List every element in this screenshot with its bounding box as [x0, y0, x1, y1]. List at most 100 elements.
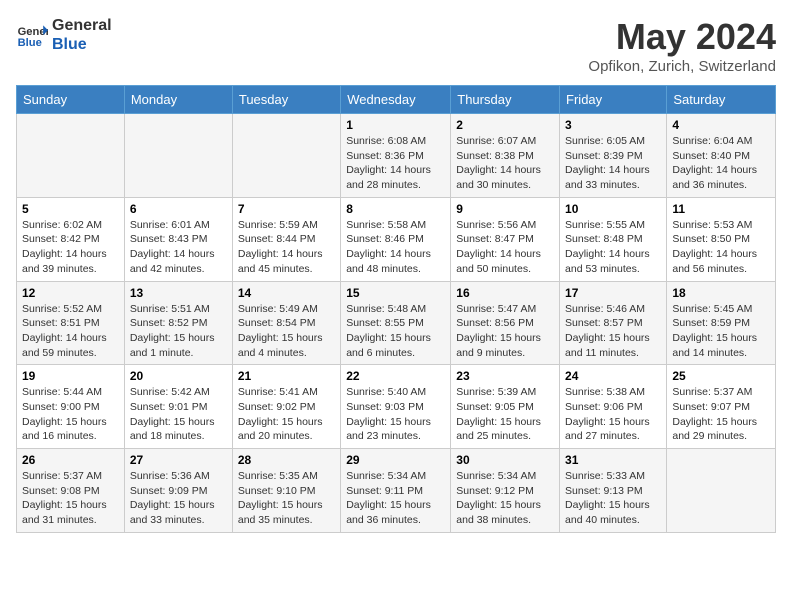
calendar-table: SundayMondayTuesdayWednesdayThursdayFrid… [16, 85, 776, 533]
day-info: Sunrise: 5:48 AMSunset: 8:55 PMDaylight:… [346, 302, 445, 361]
day-number: 28 [238, 453, 335, 467]
day-info: Sunrise: 5:39 AMSunset: 9:05 PMDaylight:… [456, 385, 554, 444]
svg-text:Blue: Blue [18, 37, 42, 49]
day-info: Sunrise: 5:58 AMSunset: 8:46 PMDaylight:… [346, 218, 445, 277]
weekday-header-saturday: Saturday [667, 86, 776, 114]
day-info: Sunrise: 5:49 AMSunset: 8:54 PMDaylight:… [238, 302, 335, 361]
day-number: 22 [346, 369, 445, 383]
calendar-cell: 28 Sunrise: 5:35 AMSunset: 9:10 PMDayligh… [232, 449, 340, 533]
calendar-cell: 18 Sunrise: 5:45 AMSunset: 8:59 PMDayligh… [667, 281, 776, 365]
calendar-cell: 12 Sunrise: 5:52 AMSunset: 8:51 PMDayligh… [17, 281, 125, 365]
calendar-cell: 5 Sunrise: 6:02 AMSunset: 8:42 PMDaylight… [17, 197, 125, 281]
calendar-cell: 3Sunrise: 6:05 AMSunset: 8:39 PMDaylight… [560, 114, 667, 198]
day-info: Sunrise: 5:34 AMSunset: 9:11 PMDaylight:… [346, 469, 445, 528]
day-info: Sunrise: 5:42 AMSunset: 9:01 PMDaylight:… [130, 385, 227, 444]
weekday-header-monday: Monday [124, 86, 232, 114]
day-number: 25 [672, 369, 770, 383]
day-number: 2 [456, 118, 554, 132]
calendar-cell: 16Sunrise: 5:47 AMSunset: 8:56 PMDayligh… [451, 281, 560, 365]
day-info: Sunrise: 5:37 AMSunset: 9:07 PMDaylight:… [672, 385, 770, 444]
calendar-cell: 11Sunrise: 5:53 AMSunset: 8:50 PMDayligh… [667, 197, 776, 281]
calendar-cell: 21 Sunrise: 5:41 AMSunset: 9:02 PMDayligh… [232, 365, 340, 449]
day-info: Sunrise: 5:46 AMSunset: 8:57 PMDaylight:… [565, 302, 661, 361]
day-number: 13 [130, 286, 227, 300]
calendar-cell: 29Sunrise: 5:34 AMSunset: 9:11 PMDayligh… [341, 449, 451, 533]
weekday-header-thursday: Thursday [451, 86, 560, 114]
week-row-3: 12 Sunrise: 5:52 AMSunset: 8:51 PMDayligh… [17, 281, 776, 365]
month-title: May 2024 [588, 16, 776, 58]
title-block: May 2024 Opfikon, Zurich, Switzerland [588, 16, 776, 75]
calendar-cell: 1Sunrise: 6:08 AMSunset: 8:36 PMDaylight… [341, 114, 451, 198]
day-number: 7 [238, 202, 335, 216]
day-info: Sunrise: 5:33 AMSunset: 9:13 PMDaylight:… [565, 469, 661, 528]
calendar-cell [232, 114, 340, 198]
day-number: 30 [456, 453, 554, 467]
weekday-header-tuesday: Tuesday [232, 86, 340, 114]
day-info: Sunrise: 5:45 AMSunset: 8:59 PMDaylight:… [672, 302, 770, 361]
day-info: Sunrise: 6:05 AMSunset: 8:39 PMDaylight:… [565, 134, 661, 193]
calendar-cell: 31Sunrise: 5:33 AMSunset: 9:13 PMDayligh… [560, 449, 667, 533]
day-number: 18 [672, 286, 770, 300]
weekday-header-row: SundayMondayTuesdayWednesdayThursdayFrid… [17, 86, 776, 114]
day-number: 23 [456, 369, 554, 383]
calendar-cell: 6 Sunrise: 6:01 AMSunset: 8:43 PMDaylight… [124, 197, 232, 281]
day-number: 17 [565, 286, 661, 300]
day-number: 27 [130, 453, 227, 467]
calendar-cell: 15 Sunrise: 5:48 AMSunset: 8:55 PMDayligh… [341, 281, 451, 365]
day-info: Sunrise: 5:51 AMSunset: 8:52 PMDaylight:… [130, 302, 227, 361]
calendar-cell: 22 Sunrise: 5:40 AMSunset: 9:03 PMDayligh… [341, 365, 451, 449]
location: Opfikon, Zurich, Switzerland [588, 58, 776, 75]
day-number: 9 [456, 202, 554, 216]
calendar-cell: 7 Sunrise: 5:59 AMSunset: 8:44 PMDaylight… [232, 197, 340, 281]
day-number: 5 [22, 202, 119, 216]
day-number: 20 [130, 369, 227, 383]
day-number: 21 [238, 369, 335, 383]
day-info: Sunrise: 6:04 AMSunset: 8:40 PMDaylight:… [672, 134, 770, 193]
day-info: Sunrise: 5:36 AMSunset: 9:09 PMDaylight:… [130, 469, 227, 528]
logo-general: General [52, 16, 112, 35]
calendar-cell: 23 Sunrise: 5:39 AMSunset: 9:05 PMDayligh… [451, 365, 560, 449]
day-number: 26 [22, 453, 119, 467]
week-row-4: 19Sunrise: 5:44 AMSunset: 9:00 PMDayligh… [17, 365, 776, 449]
day-number: 8 [346, 202, 445, 216]
calendar-cell: 26 Sunrise: 5:37 AMSunset: 9:08 PMDayligh… [17, 449, 125, 533]
day-number: 15 [346, 286, 445, 300]
day-info: Sunrise: 6:07 AMSunset: 8:38 PMDaylight:… [456, 134, 554, 193]
day-number: 24 [565, 369, 661, 383]
calendar-cell: 25 Sunrise: 5:37 AMSunset: 9:07 PMDayligh… [667, 365, 776, 449]
calendar-cell: 20 Sunrise: 5:42 AMSunset: 9:01 PMDayligh… [124, 365, 232, 449]
calendar-cell: 27 Sunrise: 5:36 AMSunset: 9:09 PMDayligh… [124, 449, 232, 533]
calendar-cell: 30 Sunrise: 5:34 AMSunset: 9:12 PMDayligh… [451, 449, 560, 533]
calendar-cell: 4 Sunrise: 6:04 AMSunset: 8:40 PMDaylight… [667, 114, 776, 198]
day-info: Sunrise: 5:53 AMSunset: 8:50 PMDaylight:… [672, 218, 770, 277]
calendar-cell: 2 Sunrise: 6:07 AMSunset: 8:38 PMDaylight… [451, 114, 560, 198]
day-number: 19 [22, 369, 119, 383]
day-info: Sunrise: 5:56 AMSunset: 8:47 PMDaylight:… [456, 218, 554, 277]
day-info: Sunrise: 5:37 AMSunset: 9:08 PMDaylight:… [22, 469, 119, 528]
day-info: Sunrise: 6:02 AMSunset: 8:42 PMDaylight:… [22, 218, 119, 277]
calendar-cell: 14Sunrise: 5:49 AMSunset: 8:54 PMDayligh… [232, 281, 340, 365]
day-info: Sunrise: 5:38 AMSunset: 9:06 PMDaylight:… [565, 385, 661, 444]
day-number: 12 [22, 286, 119, 300]
day-number: 10 [565, 202, 661, 216]
day-number: 6 [130, 202, 227, 216]
calendar-cell: 13 Sunrise: 5:51 AMSunset: 8:52 PMDayligh… [124, 281, 232, 365]
day-info: Sunrise: 6:01 AMSunset: 8:43 PMDaylight:… [130, 218, 227, 277]
calendar-cell [124, 114, 232, 198]
day-info: Sunrise: 5:55 AMSunset: 8:48 PMDaylight:… [565, 218, 661, 277]
calendar-cell [17, 114, 125, 198]
logo-blue: Blue [52, 35, 112, 54]
calendar-cell [667, 449, 776, 533]
day-info: Sunrise: 5:59 AMSunset: 8:44 PMDaylight:… [238, 218, 335, 277]
week-row-1: 1Sunrise: 6:08 AMSunset: 8:36 PMDaylight… [17, 114, 776, 198]
weekday-header-friday: Friday [560, 86, 667, 114]
calendar-cell: 8 Sunrise: 5:58 AMSunset: 8:46 PMDaylight… [341, 197, 451, 281]
logo-icon: General Blue [16, 19, 48, 51]
day-info: Sunrise: 5:52 AMSunset: 8:51 PMDaylight:… [22, 302, 119, 361]
day-info: Sunrise: 5:35 AMSunset: 9:10 PMDaylight:… [238, 469, 335, 528]
day-info: Sunrise: 5:41 AMSunset: 9:02 PMDaylight:… [238, 385, 335, 444]
day-info: Sunrise: 5:34 AMSunset: 9:12 PMDaylight:… [456, 469, 554, 528]
day-info: Sunrise: 5:40 AMSunset: 9:03 PMDaylight:… [346, 385, 445, 444]
day-number: 4 [672, 118, 770, 132]
logo: General Blue General Blue [16, 16, 112, 54]
